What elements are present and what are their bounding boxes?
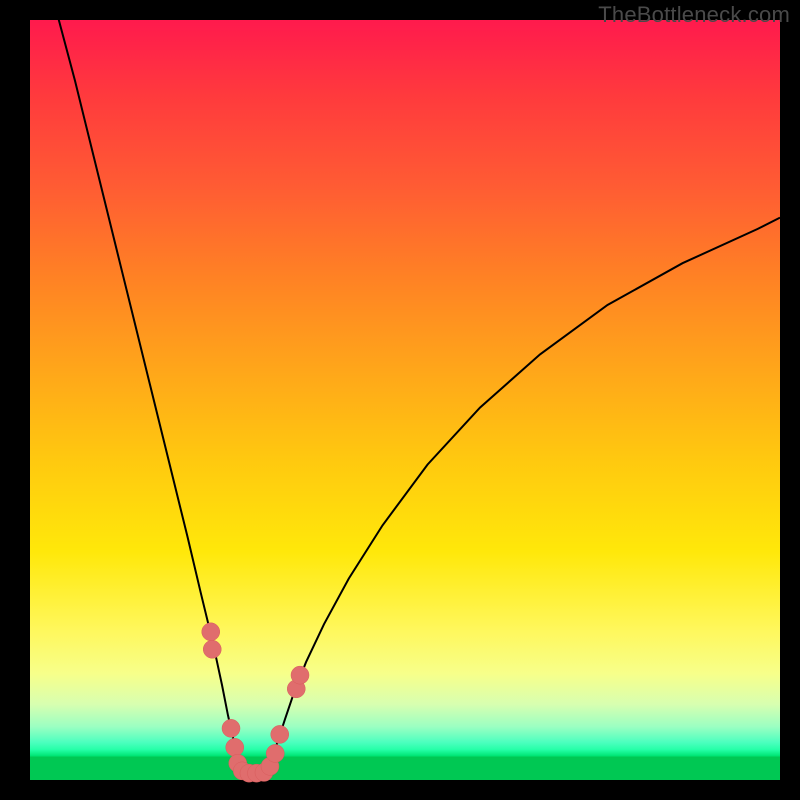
left-curve (55, 5, 272, 773)
right-curve (272, 218, 781, 773)
bead-point (203, 640, 221, 658)
bead-point (222, 719, 240, 737)
bead-point (271, 725, 289, 743)
bead-point (202, 623, 220, 641)
bead-point (266, 744, 284, 762)
bead-point (291, 666, 309, 684)
watermark-text: TheBottleneck.com (598, 2, 790, 28)
plot-area (30, 20, 780, 780)
chart-svg (30, 20, 780, 780)
bead-point (226, 738, 244, 756)
chart-frame: TheBottleneck.com (0, 0, 800, 800)
data-beads (202, 623, 309, 782)
